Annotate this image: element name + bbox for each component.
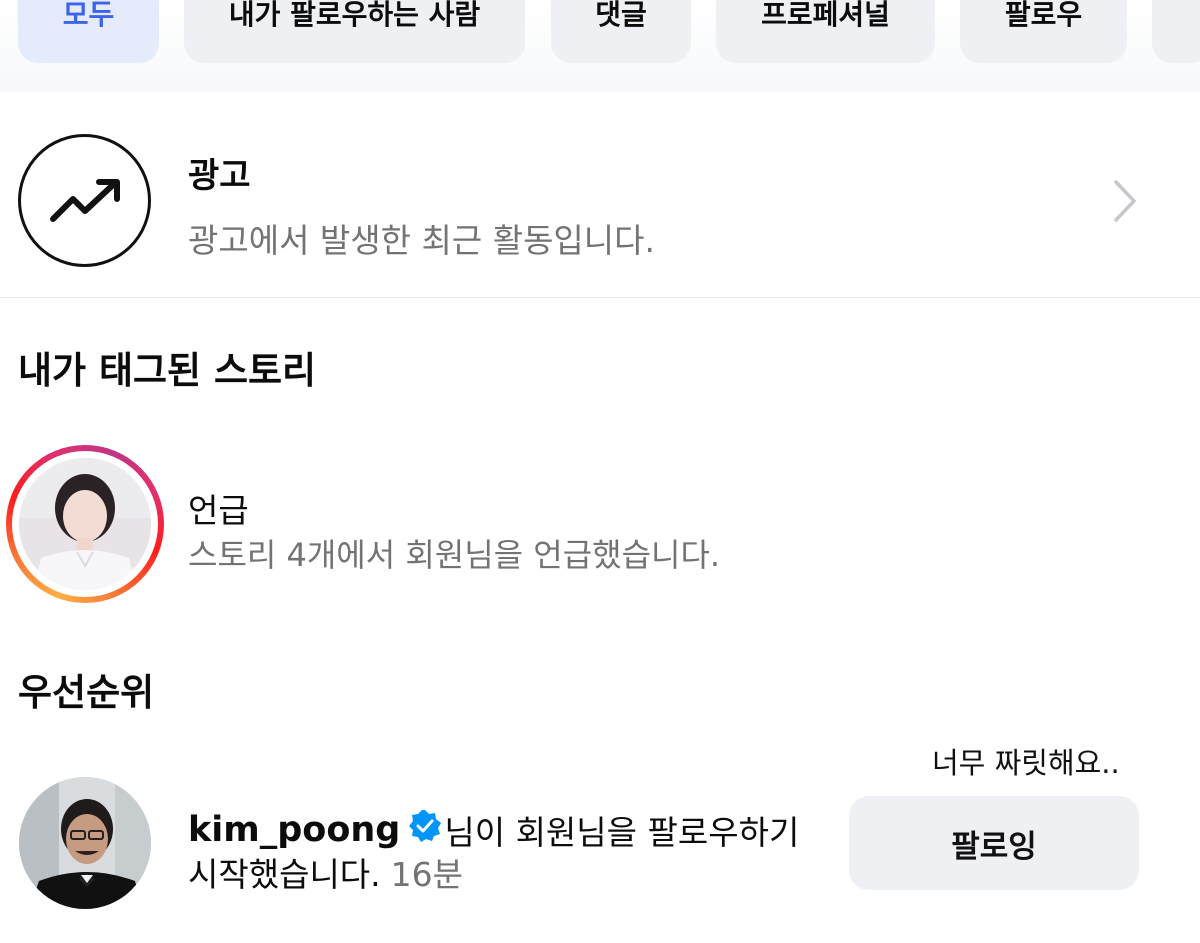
ads-title: 광고 [188, 156, 251, 196]
username-link[interactable]: kim_poong [188, 810, 400, 850]
filter-chip-comments[interactable]: 댓글 [551, 0, 691, 63]
priority-heading: 우선순위 [18, 671, 155, 714]
notification-message-cont-text: 시작했습니다. [188, 855, 381, 894]
note-bubble[interactable]: 너무 짜릿해요.. [932, 740, 1120, 782]
verified-badge-icon [408, 809, 442, 851]
ads-subtitle: 광고에서 발생한 최근 활동입니다. [188, 221, 655, 260]
story-ring-avatar[interactable] [6, 445, 164, 603]
filter-chip-follows[interactable]: 팔로우 [960, 0, 1127, 63]
filter-chip-bar: 모두 내가 팔로우하는 사람 댓글 프로페셔널 팔로우 [0, 0, 1200, 92]
activity-page: 모두 내가 팔로우하는 사람 댓글 프로페셔널 팔로우 광고 광고에서 발생한 … [0, 0, 1200, 943]
notification-message-cont: 시작했습니다. 16분 [188, 848, 463, 896]
tagged-stories-heading: 내가 태그된 스토리 [18, 349, 317, 392]
following-button[interactable]: 팔로잉 [849, 796, 1139, 890]
avatar [19, 458, 151, 590]
chevron-right-icon [1108, 178, 1140, 228]
ads-activity-row[interactable]: 광고 광고에서 발생한 최근 활동입니다. [0, 100, 1200, 298]
mention-title: 언급 [188, 491, 249, 530]
filter-chip-professional[interactable]: 프로페셔널 [716, 0, 935, 63]
follow-notification-text: kim_poong 님이 회원님을 팔로우하기 [188, 806, 799, 854]
filter-chip-overflow[interactable] [1152, 0, 1200, 63]
trending-up-icon [18, 134, 151, 267]
notification-message: 님이 회원님을 팔로우하기 [444, 813, 800, 852]
mention-subtitle: 스토리 4개에서 회원님을 언급했습니다. [188, 536, 721, 574]
timestamp: 16분 [390, 855, 464, 894]
avatar[interactable] [19, 777, 151, 909]
filter-chip-all[interactable]: 모두 [18, 0, 159, 63]
filter-chip-following[interactable]: 내가 팔로우하는 사람 [184, 0, 525, 63]
